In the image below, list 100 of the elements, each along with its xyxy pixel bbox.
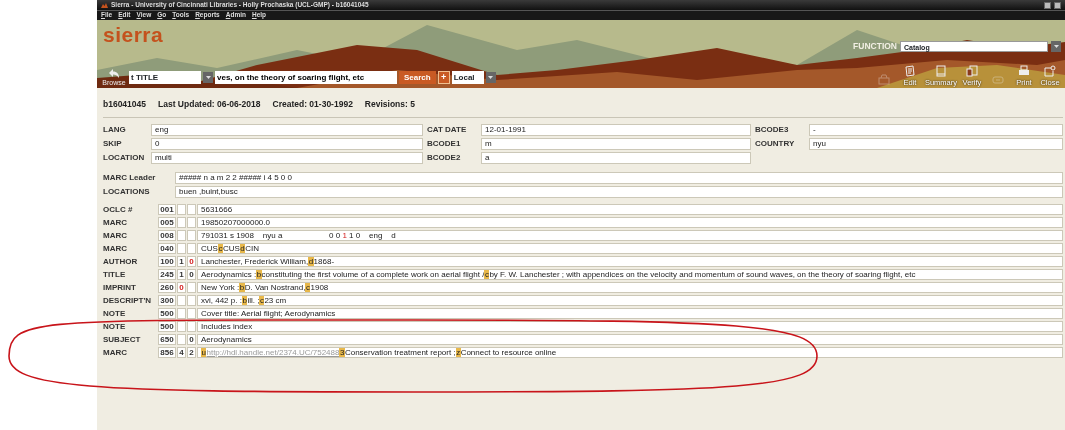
record-number: b16041045 [103,98,146,111]
indicator-field[interactable]: 0 [187,255,196,268]
field-label: SKIP [103,137,123,150]
indicator-field[interactable]: 1 [177,255,186,268]
marc-field-content[interactable]: 19850207000000.0 [197,216,1063,229]
marc-tag[interactable]: 005 [158,216,176,229]
indicator-field[interactable] [177,216,186,229]
document-icon [903,64,916,77]
created-text: Created: 01-30-1992 [272,98,353,111]
field-label: LANG [103,123,127,136]
field-label: IMPRINT [103,282,137,293]
field-label: MARC [103,217,128,228]
app-icon [101,2,108,8]
indicator-field[interactable] [177,333,186,346]
field-label: LOCATION [103,151,146,164]
field-value[interactable]: buen ,buint,busc [175,186,1063,198]
marc-field-content[interactable]: 5631666 [197,203,1063,216]
marc-tag[interactable]: 500 [158,307,176,320]
field-label: CAT DATE [427,123,468,136]
book-icon [934,64,947,77]
indicator-field[interactable] [187,307,196,320]
marc-tag[interactable]: 008 [158,229,176,242]
dropdown-caret-icon[interactable] [485,72,496,83]
restore-button[interactable] [1054,1,1061,9]
indicator-field[interactable] [177,307,186,320]
field-label: DESCRIPT'N [103,295,153,306]
field-label: MARC [103,243,128,254]
marc-field-content[interactable]: New York :bD. Van Nostrand,c1908 [197,281,1063,294]
link-icon [992,74,1004,86]
field-label: AUTHOR [103,256,139,267]
field-label: BCODE1 [427,137,462,150]
indicator-field[interactable] [177,203,186,216]
marc-field-content[interactable]: CUScCUSdCIN [197,242,1063,255]
field-value[interactable]: a [481,152,751,164]
marc-tag[interactable]: 040 [158,242,176,255]
indicator-field[interactable]: 1 [177,268,186,281]
indicator-field[interactable] [187,320,196,333]
indicator-field[interactable]: 0 [177,281,186,294]
field-value[interactable]: multi [151,152,423,164]
revisions-text: Revisions: 5 [364,98,415,111]
indicator-field[interactable] [177,294,186,307]
marc-field-content[interactable]: xvi, 442 p. :bill. ;c23 cm [197,294,1063,307]
marc-field-content[interactable]: Aerodynamics [197,333,1063,346]
field-label: BCODE3 [755,123,790,136]
field-label: SUBJECT [103,334,142,345]
field-value[interactable]: nyu [809,138,1063,150]
field-value[interactable]: 0 [151,138,423,150]
indicator-field[interactable] [177,320,186,333]
field-label: COUNTRY [755,137,796,150]
search-button[interactable]: Search [399,71,436,84]
pages-icon [966,64,978,77]
field-value[interactable]: eng [151,124,423,136]
indicator-field[interactable] [187,229,196,242]
field-value[interactable]: ##### n a m 2 2 ##### i 4 5 0 0 [175,172,1063,184]
search-field[interactable]: ves, on the theory of soaring flight, etc [215,71,397,84]
marc-tag[interactable]: 650 [158,333,176,346]
dropdown-caret-icon[interactable] [203,72,213,83]
indicator-field[interactable] [187,216,196,229]
marc-field-content[interactable]: 791031 s 1908 nyu a 0 0 1 1 0 eng d [197,229,1063,242]
indicator-field[interactable] [177,242,186,255]
marc-tag[interactable]: 100 [158,255,176,268]
marc-field-content[interactable]: Cover title: Aerial flight; Aerodynamics [197,307,1063,320]
field-label: NOTE [103,321,127,332]
field-label: BCODE2 [427,151,462,164]
indicator-field[interactable] [187,203,196,216]
field-label: LOCATIONS [103,185,151,198]
indicator-field[interactable] [187,242,196,255]
indicator-field[interactable] [177,229,186,242]
marc-field-content[interactable]: uhttp://hdl.handle.net/2374.UC/7524883Conservation treatment report ;zConnect to resource online [197,346,1063,359]
sierra-logo: sierra [103,24,164,45]
marc-tag[interactable]: 300 [158,294,176,307]
minimize-button[interactable] [1044,1,1051,9]
marc-field-content[interactable]: Lanchester, Frederick William,d1868- [197,255,1063,268]
indicator-field[interactable]: 0 [187,333,196,346]
field-label: MARC [103,347,128,358]
field-label: OCLC # [103,204,134,215]
indicator-field[interactable]: 2 [187,346,196,359]
function-label: FUNCTION [853,40,897,53]
field-value[interactable]: 12-01-1991 [481,124,751,136]
printer-icon [1018,64,1030,77]
indicator-field[interactable] [187,281,196,294]
indicator-field[interactable] [187,294,196,307]
indicator-field[interactable]: 4 [177,346,186,359]
last-updated-text: Last Updated: 06-06-2018 [158,98,261,111]
field-label: NOTE [103,308,127,319]
dropdown-caret-icon[interactable] [1051,40,1061,52]
marc-tag[interactable]: 245 [158,268,176,281]
marc-tag[interactable]: 001 [158,203,176,216]
marc-tag[interactable]: 260 [158,281,176,294]
marc-tag[interactable]: 856 [158,346,176,359]
field-label: MARC [103,230,128,241]
close-icon [1044,64,1056,77]
field-value[interactable]: m [481,138,751,150]
field-label: MARC Leader [103,171,157,184]
marc-field-content[interactable]: Aerodynamics :bconstituting the first volume of a complete work on aerial flight /cby F. W. Lanchester ; with appendices on the velocity and momentum of sound waves, on the theory of soaring flight, etc [197,268,1063,281]
field-label: TITLE [103,269,127,280]
field-value[interactable]: - [809,124,1063,136]
search-index-dropdown[interactable]: t TITLE [129,71,201,84]
indicator-field[interactable]: 0 [187,268,196,281]
scope-dropdown[interactable]: Local [451,71,484,84]
